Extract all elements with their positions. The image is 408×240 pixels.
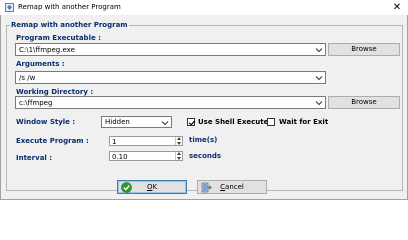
group-title: Remap with another Program	[10, 21, 129, 29]
execute-program-label: Execute Program :	[16, 137, 89, 145]
wait-for-exit-label[interactable]: Wait for Exit	[279, 118, 328, 126]
interval-label: Interval :	[16, 154, 53, 162]
chevron-down-icon	[315, 76, 323, 81]
working-directory-label: Working Directory :	[16, 88, 94, 96]
cancel-label: Cancel	[220, 183, 244, 191]
execute-program-value: 1	[112, 137, 117, 146]
chevron-down-icon	[315, 101, 323, 106]
close-button[interactable]: ✕	[386, 0, 408, 15]
interval-unit: seconds	[189, 152, 222, 160]
window-title: Remap with another Program	[18, 3, 121, 11]
arguments-label: Arguments :	[16, 60, 65, 68]
program-executable-combo[interactable]: C:\1\ffmpeg.exe	[15, 43, 326, 56]
chevron-down-icon	[315, 48, 323, 53]
close-icon: ✕	[392, 2, 402, 13]
browse-directory-button[interactable]: Browse	[328, 96, 400, 109]
browse-executable-button[interactable]: Browse	[328, 43, 400, 56]
cancel-button[interactable]: Cancel	[197, 180, 267, 194]
window-style-value: Hidden	[105, 118, 130, 126]
arguments-combo[interactable]: /s /w	[15, 71, 326, 84]
ok-label: OK	[146, 183, 158, 191]
working-directory-combo[interactable]: c:\ffmpeg	[15, 96, 326, 109]
spin-arrows-icon[interactable]	[175, 137, 182, 145]
working-directory-value: c:\ffmpeg	[19, 98, 53, 107]
title-bar: Remap with another Program ✕	[0, 0, 408, 15]
ok-button[interactable]: OK	[117, 180, 187, 194]
use-shell-execute-checkbox[interactable]	[187, 118, 196, 126]
chevron-down-icon	[161, 120, 169, 125]
window-style-select[interactable]: Hidden	[101, 116, 172, 128]
interval-value: 0.10	[112, 152, 128, 161]
arguments-value: /s /w	[19, 73, 36, 82]
interval-stepper[interactable]: 0.10	[109, 151, 183, 161]
wait-for-exit-checkbox[interactable]	[267, 118, 275, 126]
execute-program-stepper[interactable]: 1	[109, 136, 183, 146]
program-executable-value: C:\1\ffmpeg.exe	[19, 45, 75, 54]
use-shell-execute-label[interactable]: Use Shell Execute	[198, 118, 268, 126]
window-style-label: Window Style :	[16, 118, 76, 126]
program-executable-label: Program Executable :	[16, 34, 101, 42]
app-icon	[5, 3, 14, 12]
spin-arrows-icon[interactable]	[175, 152, 182, 160]
dialog-body: Remap with another Program Program Execu…	[0, 15, 408, 200]
execute-program-unit: time(s)	[189, 136, 218, 144]
checkmark-icon	[188, 120, 196, 126]
